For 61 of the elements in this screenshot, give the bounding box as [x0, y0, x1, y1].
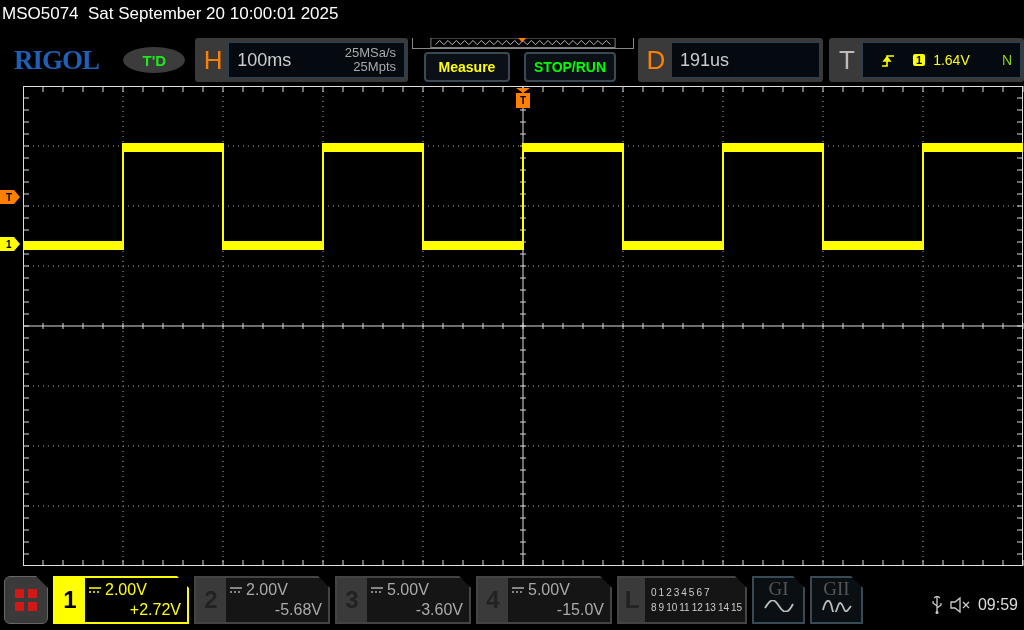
logic-bit-label: 4 — [681, 587, 687, 598]
logic-bit-label: 0 — [651, 587, 657, 598]
vertical-offset: -3.60V — [415, 600, 463, 620]
trigger-level-marker[interactable]: T — [0, 190, 20, 204]
logic-bit-label: 14 — [717, 602, 729, 613]
menu-button[interactable] — [4, 576, 48, 624]
horizontal-panel[interactable]: H 100ms 25MSa/s 25Mpts — [195, 38, 408, 82]
status-title: MSO5074 Sat September 20 10:00:01 2025 — [2, 4, 339, 23]
logic-bit-label: 10 — [666, 602, 678, 613]
logic-bit-label: 3 — [673, 587, 680, 598]
usb-icon — [931, 596, 942, 614]
brand-logo: RIGOL — [14, 43, 101, 77]
vertical-scale: 2.00V — [246, 580, 288, 600]
trigger-source-badge: 1 — [913, 54, 926, 66]
rising-edge-icon — [881, 53, 896, 67]
trigger-panel[interactable]: T 1 1.64V N — [829, 38, 1024, 82]
arbitrary-wave-icon — [821, 600, 852, 612]
menu-grid-icon — [15, 589, 37, 611]
timebase-value: 100ms — [237, 49, 292, 71]
vertical-scale: 5.00V — [387, 580, 429, 600]
sample-rate: 25MSa/s — [344, 46, 396, 60]
dc-coupling-icon — [230, 586, 242, 594]
channel-number: 1 — [55, 578, 85, 622]
measure-button[interactable]: Measure — [424, 52, 510, 82]
dc-coupling-icon — [512, 586, 524, 594]
logic-bit-label: 13 — [704, 602, 716, 613]
channel-panel[interactable]: 1 2.00V +2.72V — [53, 576, 189, 624]
logic-bit-label: 8 — [651, 602, 657, 613]
delay-panel[interactable]: D 191us — [638, 38, 824, 82]
trigger-position-marker[interactable]: T — [516, 88, 530, 108]
vertical-offset: +2.72V — [129, 600, 181, 620]
logic-bit-label: 11 — [679, 602, 690, 613]
logic-bit-label: 15 — [731, 602, 743, 613]
channel-marker[interactable]: 1 — [0, 237, 20, 251]
logic-bit-label: 2 — [666, 587, 672, 598]
vertical-offset: -5.68V — [274, 600, 322, 620]
logic-bit-label: 6 — [696, 587, 702, 598]
vertical-scale: 5.00V — [528, 580, 570, 600]
trigger-mode: N — [1001, 52, 1012, 68]
trigger-level: 1.64V — [933, 52, 970, 68]
logic-bit-label: 12 — [691, 602, 703, 613]
dc-coupling-icon — [89, 586, 101, 594]
memory-depth: 25Mpts — [352, 60, 396, 74]
delay-value: 191us — [680, 49, 730, 71]
muted-speaker-icon — [949, 597, 970, 613]
logic-bit-label: 7 — [703, 587, 710, 598]
vertical-offset: -15.0V — [556, 600, 604, 620]
logic-bit-label: 5 — [688, 587, 695, 598]
generator-label: GI — [768, 578, 789, 600]
dc-coupling-icon — [371, 586, 383, 594]
logic-bit-label: 9 — [658, 602, 665, 613]
clock: 09:59 — [977, 596, 1018, 614]
panel-letter: H — [202, 44, 224, 76]
generator-label: GII — [823, 578, 850, 600]
panel-letter: D — [645, 44, 667, 76]
vertical-scale: 2.00V — [105, 580, 147, 600]
trigger-status-badge: T'D — [123, 47, 186, 73]
logic-bit-label: 1 — [658, 587, 665, 598]
panel-letter: T — [838, 44, 856, 76]
stop-run-button[interactable]: STOP/RUN — [524, 52, 617, 82]
sine-wave-icon — [763, 600, 794, 612]
